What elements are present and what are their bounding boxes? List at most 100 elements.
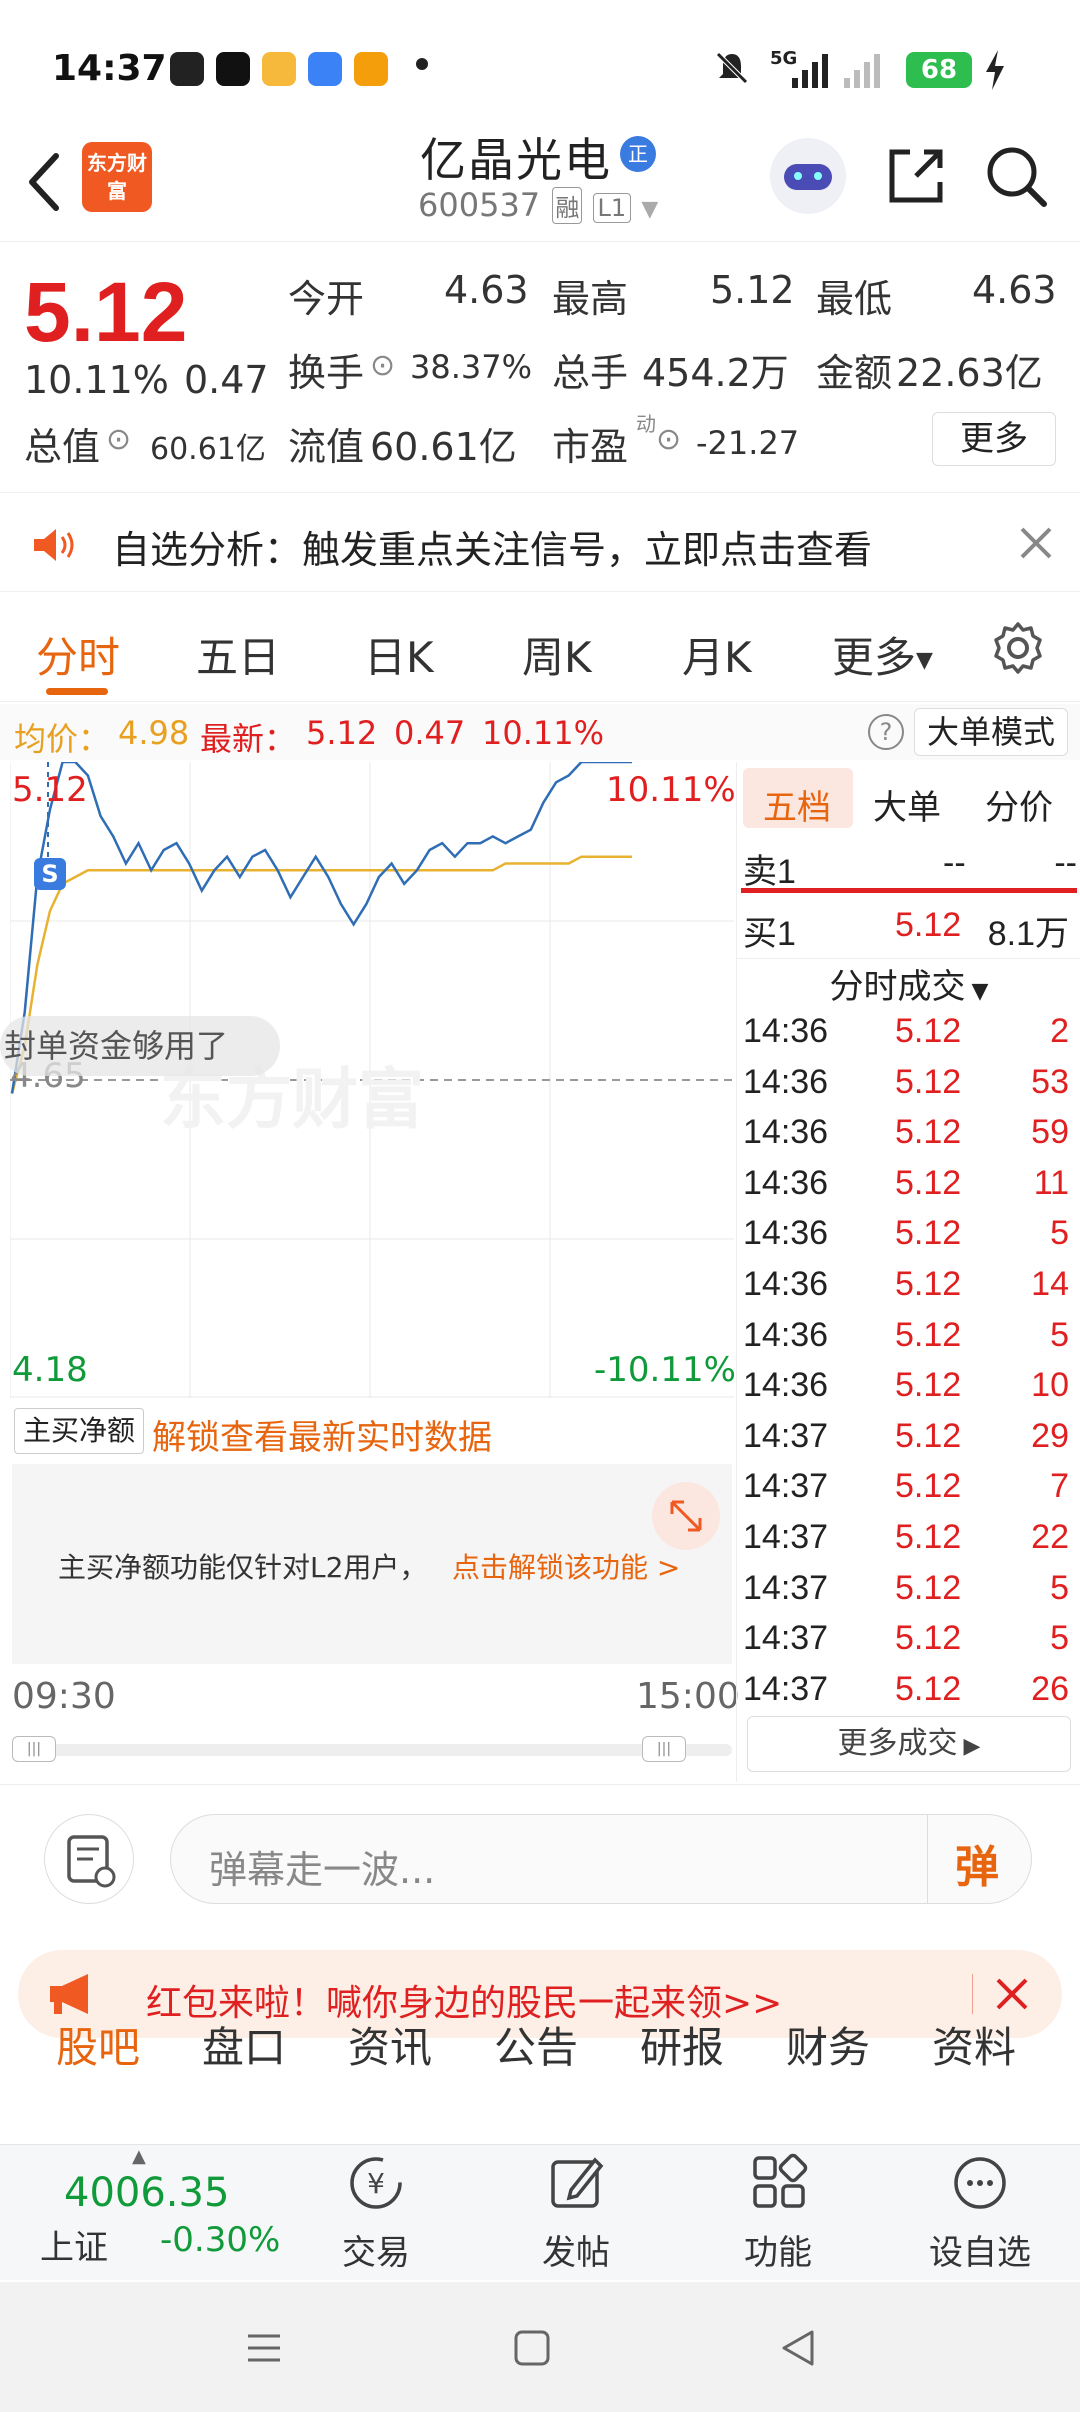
nav-functions[interactable]: 功能: [708, 2150, 848, 2274]
status-bar: 14:37 5G 68: [0, 0, 1080, 120]
close-icon[interactable]: [1016, 523, 1056, 563]
search-icon[interactable]: [984, 144, 1050, 210]
danmu-button[interactable]: 弹: [955, 1831, 999, 1895]
more-notifications-dot: [416, 58, 428, 70]
trade-volume: 5: [1050, 1568, 1069, 1607]
danmu-placeholder: 弹幕走一波...: [209, 1848, 436, 1892]
tab-weekly-k[interactable]: 周K: [522, 624, 592, 685]
seal-order-overlay[interactable]: 封单资金够用了: [0, 1016, 280, 1076]
order-book-divider: [741, 888, 1077, 893]
current-price: 5.12: [24, 265, 188, 359]
tab-announcements[interactable]: 公告: [494, 2014, 578, 2075]
comment-settings-icon[interactable]: [44, 1814, 134, 1904]
signal-marker[interactable]: S: [34, 858, 66, 890]
trade-row: 14:36 5.12 5: [737, 1316, 1077, 1366]
trades-header[interactable]: 分时成交 ▼: [737, 962, 1080, 1012]
margin-tag: 融: [552, 187, 583, 224]
megaphone-icon: [50, 1974, 88, 2014]
tab-five-day[interactable]: 五日: [196, 624, 280, 685]
tab-big-orders[interactable]: 大单: [873, 780, 941, 829]
caret-up-icon[interactable]: ▲: [132, 2146, 146, 2167]
tab-research[interactable]: 研报: [640, 2014, 724, 2075]
trade-price: 5.12: [895, 1113, 962, 1152]
menu-icon[interactable]: [244, 2328, 284, 2368]
home-icon[interactable]: [512, 2328, 552, 2368]
tab-forum[interactable]: 股吧: [56, 2014, 140, 2075]
help-icon[interactable]: ?: [868, 714, 904, 750]
video-app-icon: [354, 52, 388, 86]
tab-order-book[interactable]: 盘口: [202, 2014, 286, 2075]
tab-monthly-k[interactable]: 月K: [682, 624, 752, 685]
notice-bar[interactable]: 自选分析：触发重点关注信号，立即点击查看: [0, 492, 1080, 592]
unlock-realtime-link[interactable]: 解锁查看最新实时数据: [152, 1410, 492, 1459]
volume-value: 454.2万: [642, 351, 789, 395]
info-icon[interactable]: ⊙: [370, 348, 395, 383]
trade-price: 5.12: [895, 1315, 962, 1354]
trade-volume: 11: [1033, 1163, 1069, 1202]
more-trades-button[interactable]: 更多成交 ▶: [747, 1716, 1071, 1772]
trade-row: 14:36 5.12 5: [737, 1214, 1077, 1264]
active-tab-indicator: [46, 688, 108, 695]
time-end: 15:00: [636, 1676, 740, 1717]
trade-price: 5.12: [895, 1012, 962, 1050]
big-order-mode-button[interactable]: 大单模式: [914, 708, 1068, 756]
tab-more[interactable]: 更多▼: [832, 624, 933, 685]
assistant-robot-icon[interactable]: [770, 138, 846, 214]
unlock-feature-link[interactable]: 点击解锁该功能 >: [452, 1546, 680, 1586]
main-buy-selector[interactable]: 主买净额▼: [14, 1408, 144, 1489]
tab-finance[interactable]: 财务: [786, 2014, 870, 2075]
nav-add-watchlist[interactable]: 设自选: [910, 2150, 1050, 2274]
more-quote-button[interactable]: 更多: [932, 412, 1056, 466]
trade-price: 5.12: [895, 1518, 962, 1556]
slider-right-handle[interactable]: |||: [642, 1736, 686, 1762]
tab-intraday[interactable]: 分时: [36, 624, 120, 685]
back-icon[interactable]: [20, 150, 70, 214]
trade-price: 5.12: [895, 1062, 962, 1101]
time-range-slider[interactable]: ||| |||: [12, 1736, 732, 1762]
trade-volume: 5: [1050, 1214, 1069, 1253]
nav-post[interactable]: 发帖: [506, 2150, 646, 2274]
danmu-input[interactable]: 弹幕走一波... 弹: [170, 1814, 1032, 1904]
float-cap-value: 60.61亿: [370, 425, 517, 469]
buy1-vol: 8.1万: [987, 915, 1069, 953]
sell1-price: --: [943, 844, 966, 882]
chevron-down-icon[interactable]: ▼: [641, 197, 658, 222]
browser-icon: [308, 52, 342, 86]
level-tag: L1: [592, 193, 632, 223]
slider-track: [12, 1744, 732, 1756]
tab-profile[interactable]: 资料: [932, 2014, 1016, 2075]
info-icon[interactable]: ⊙: [656, 422, 681, 457]
document-gear-icon: [67, 1835, 116, 1888]
intraday-chart[interactable]: 东方财富 5.12 10.11% 4.65 4.18 -10.11% 封单资金够…: [0, 760, 736, 1398]
trade-time: 14:36: [743, 1366, 829, 1405]
caret-down-icon: ▼: [916, 648, 933, 673]
sell1-label: 卖1: [743, 853, 796, 891]
app-logo: 东方财富: [82, 142, 152, 212]
turnover-value: 38.37%: [410, 348, 533, 386]
trade-volume: 14: [1031, 1265, 1069, 1303]
trade-volume: 2: [1050, 1012, 1069, 1050]
back-nav-icon[interactable]: [778, 2328, 818, 2368]
tab-more-label: 更多: [832, 633, 917, 682]
trade-time: 14:37: [743, 1568, 829, 1607]
slider-left-handle[interactable]: |||: [12, 1736, 56, 1762]
nav-trade[interactable]: ¥ 交易: [306, 2150, 446, 2274]
chart-bottom-pct: -10.11%: [594, 1350, 736, 1390]
index-pct: -0.30%: [160, 2220, 281, 2260]
share-icon[interactable]: [884, 144, 948, 208]
tab-five-levels[interactable]: 五档: [763, 780, 831, 829]
volume-label: 总手: [552, 351, 629, 395]
latest-change: 0.47: [394, 714, 466, 752]
trade-volume: 22: [1031, 1518, 1069, 1556]
weibo-icon: [262, 52, 296, 86]
info-icon[interactable]: ⊙: [106, 422, 131, 457]
tab-daily-k[interactable]: 日K: [364, 624, 434, 685]
trade-price: 5.12: [895, 1214, 962, 1253]
close-icon[interactable]: [994, 1976, 1030, 2012]
settings-icon[interactable]: [990, 620, 1046, 676]
main-buy-locked-panel: 主买净额功能仅针对L2用户， 点击解锁该功能 >: [12, 1464, 732, 1664]
tab-news[interactable]: 资讯: [348, 2014, 432, 2075]
tab-price-distribution[interactable]: 分价: [985, 780, 1053, 829]
index-value: 4006.35: [64, 2170, 230, 2216]
expand-icon[interactable]: [652, 1482, 720, 1550]
